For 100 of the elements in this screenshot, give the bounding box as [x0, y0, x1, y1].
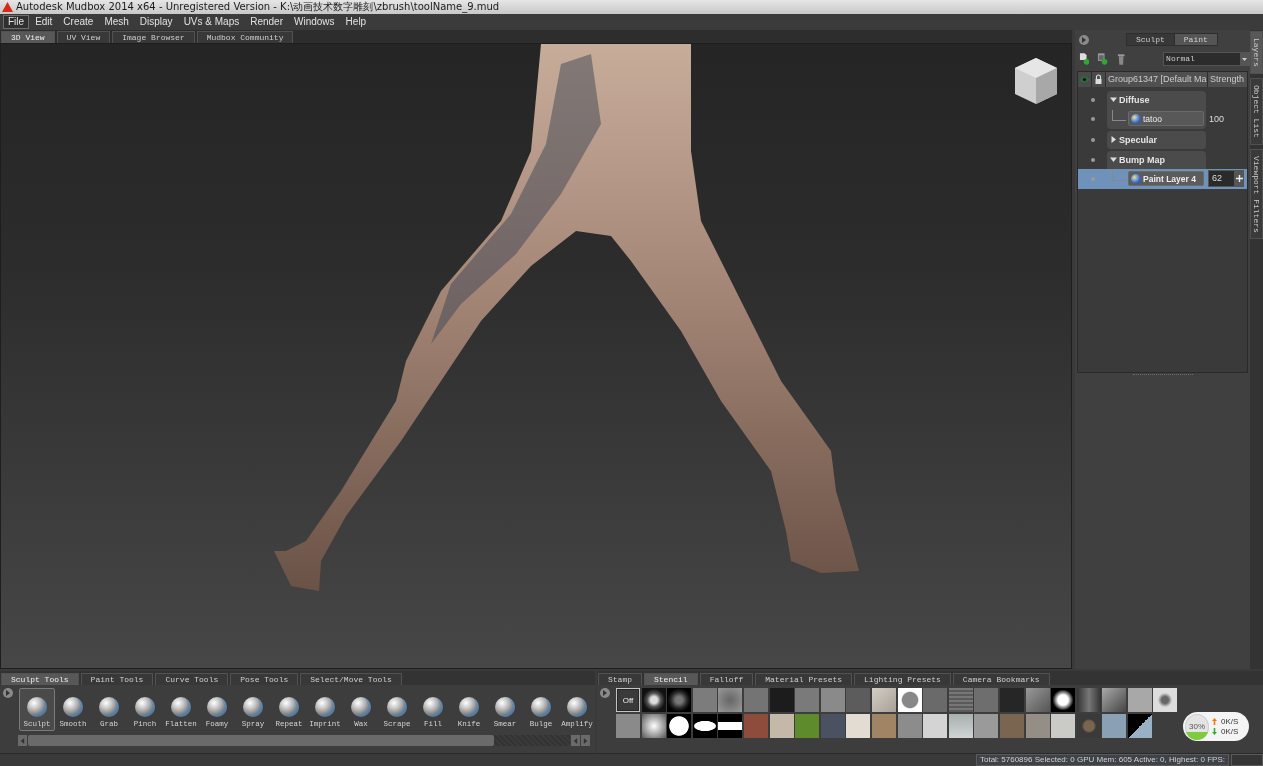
channel-header[interactable]: Specular: [1107, 131, 1206, 149]
side-tab[interactable]: Viewport Filters: [1250, 148, 1263, 240]
stencil-thumbnail[interactable]: [1051, 714, 1076, 739]
stencil-thumbnail[interactable]: [1025, 688, 1050, 713]
menu-item[interactable]: Edit: [30, 15, 58, 29]
stencil-thumbnail[interactable]: [871, 714, 896, 739]
eye-icon[interactable]: [1078, 72, 1091, 87]
blend-mode-dropdown[interactable]: Normal: [1163, 52, 1250, 66]
stencil-thumbnail[interactable]: [999, 688, 1024, 713]
trash-icon[interactable]: [1115, 53, 1127, 65]
tool-tab[interactable]: Sculpt Tools: [1, 673, 79, 686]
stencil-thumbnail[interactable]: [795, 714, 820, 739]
preset-tab[interactable]: Stamp: [598, 673, 642, 686]
layer-row[interactable]: Paint Layer 4 62: [1078, 169, 1247, 189]
menu-item[interactable]: Render: [245, 15, 288, 29]
stencil-thumbnail[interactable]: [1076, 688, 1101, 713]
stencil-thumbnail[interactable]: [948, 688, 973, 713]
mode-tab[interactable]: Paint: [1174, 34, 1217, 46]
stencil-thumbnail[interactable]: [641, 714, 666, 739]
visibility-dot-icon[interactable]: [1090, 117, 1095, 121]
menu-item[interactable]: Mesh: [99, 15, 134, 29]
tool-tab[interactable]: Curve Tools: [155, 673, 229, 686]
3d-viewport[interactable]: [0, 43, 1072, 670]
side-tab[interactable]: Object List: [1250, 77, 1263, 145]
stencil-thumbnail[interactable]: [923, 714, 948, 739]
stencil-off-button[interactable]: Off: [616, 688, 640, 713]
channel-header[interactable]: Diffuse: [1107, 91, 1206, 109]
expand-button[interactable]: [600, 688, 610, 699]
preset-tab[interactable]: Camera Bookmarks: [952, 673, 1050, 686]
layer-button[interactable]: tatoo: [1128, 111, 1204, 127]
stencil-thumbnail[interactable]: [1127, 714, 1152, 739]
stencil-thumbnail[interactable]: [1127, 688, 1152, 713]
stencil-thumbnail[interactable]: [1025, 714, 1050, 739]
menu-item[interactable]: UVs & Maps: [178, 15, 245, 29]
stencil-thumbnail[interactable]: [641, 688, 666, 713]
expand-button[interactable]: [3, 688, 13, 699]
visibility-dot-icon[interactable]: [1090, 177, 1095, 181]
stencil-thumbnail[interactable]: [718, 688, 743, 713]
duplicate-layer-icon[interactable]: [1097, 53, 1108, 65]
stencil-thumbnail[interactable]: [718, 714, 743, 739]
stencil-thumbnail[interactable]: [616, 714, 640, 739]
visibility-dot-icon[interactable]: [1090, 98, 1095, 102]
preset-tab[interactable]: Falloff: [699, 673, 754, 686]
view-tab[interactable]: Image Browser: [112, 31, 195, 43]
tool-tab[interactable]: Select/Move Tools: [300, 673, 402, 686]
view-tab[interactable]: UV View: [56, 31, 111, 43]
stencil-thumbnail[interactable]: [820, 688, 845, 713]
side-tab[interactable]: Layers: [1250, 31, 1263, 74]
stencil-thumbnail[interactable]: [692, 714, 717, 739]
tool-tab[interactable]: Paint Tools: [80, 673, 154, 686]
mode-tab[interactable]: Sculpt: [1127, 34, 1174, 46]
strength-field[interactable]: 62: [1208, 170, 1235, 187]
channel-header[interactable]: Bump Map: [1107, 151, 1206, 169]
stencil-thumbnail[interactable]: [1153, 688, 1178, 713]
stencil-thumbnail[interactable]: [743, 688, 768, 713]
preset-tab[interactable]: Stencil: [644, 673, 698, 686]
menu-item[interactable]: Display: [134, 15, 178, 29]
stencil-thumbnail[interactable]: [667, 714, 692, 739]
scroll-left-button[interactable]: [571, 735, 580, 747]
stencil-thumbnail[interactable]: [769, 714, 794, 739]
stencil-thumbnail[interactable]: [974, 714, 999, 739]
stencil-thumbnail[interactable]: [1051, 688, 1076, 713]
stencil-thumbnail[interactable]: [871, 688, 896, 713]
menu-item[interactable]: Create: [58, 15, 99, 29]
stencil-thumbnail[interactable]: [743, 714, 768, 739]
visibility-dot-icon[interactable]: [1090, 138, 1095, 142]
stencil-thumbnail[interactable]: [897, 688, 922, 713]
stencil-thumbnail[interactable]: [948, 714, 973, 739]
stencil-thumbnail[interactable]: [795, 688, 820, 713]
stencil-thumbnail[interactable]: [769, 688, 794, 713]
tool-tab[interactable]: Pose Tools: [230, 673, 299, 686]
stencil-thumbnail[interactable]: [999, 714, 1024, 739]
visibility-dot-icon[interactable]: [1090, 158, 1095, 162]
menu-item[interactable]: File: [3, 15, 30, 29]
view-tab[interactable]: Mudbox Community: [196, 31, 294, 43]
stencil-thumbnail[interactable]: [974, 688, 999, 713]
stencil-thumbnail[interactable]: [897, 714, 922, 739]
stencil-thumbnail[interactable]: [692, 688, 717, 713]
scroll-left-button[interactable]: [18, 735, 27, 747]
menu-item[interactable]: Help: [340, 15, 372, 29]
preset-tab[interactable]: Lighting Presets: [854, 673, 951, 686]
stencil-thumbnail[interactable]: [667, 688, 692, 713]
stencil-thumbnail[interactable]: [1102, 714, 1127, 739]
stepper-button[interactable]: [1235, 170, 1244, 187]
new-layer-icon[interactable]: [1079, 53, 1090, 65]
triangle-icon[interactable]: [1110, 136, 1117, 144]
triangle-icon[interactable]: [1110, 156, 1117, 164]
view-cube-icon[interactable]: [1013, 56, 1059, 106]
triangle-icon[interactable]: [1110, 96, 1117, 104]
expand-button[interactable]: [1079, 35, 1089, 45]
lock-icon[interactable]: [1092, 72, 1105, 87]
stencil-thumbnail[interactable]: [846, 714, 871, 739]
menu-item[interactable]: Windows: [289, 15, 340, 29]
stencil-thumbnail[interactable]: [1102, 688, 1127, 713]
stencil-thumbnail[interactable]: [923, 688, 948, 713]
view-tab[interactable]: 3D View: [1, 31, 55, 43]
layer-button[interactable]: Paint Layer 4: [1128, 171, 1204, 187]
scroll-right-button[interactable]: [581, 735, 590, 747]
stencil-thumbnail[interactable]: [846, 688, 871, 713]
stencil-thumbnail[interactable]: [820, 714, 845, 739]
